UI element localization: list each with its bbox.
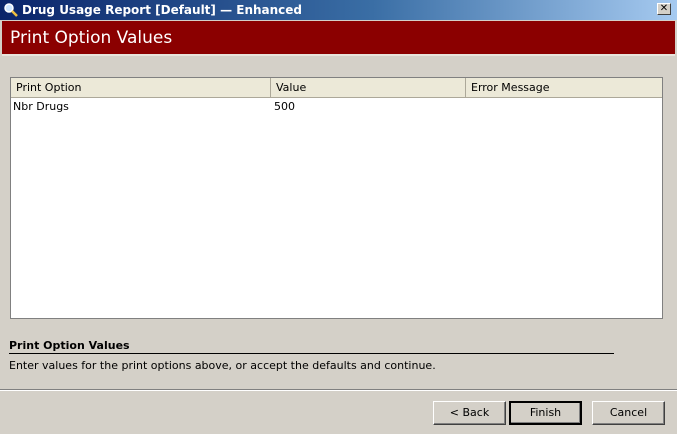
footer-divider — [0, 389, 677, 391]
column-header-error-message[interactable]: Error Message — [466, 78, 662, 97]
info-title: Print Option Values — [9, 339, 130, 352]
close-icon: ✕ — [659, 3, 669, 14]
back-button[interactable]: < Back — [433, 401, 506, 425]
page-banner: Print Option Values — [2, 21, 675, 56]
cell-print-option: Nbr Drugs — [13, 100, 69, 113]
page-title: Print Option Values — [10, 28, 173, 48]
info-divider — [9, 353, 614, 354]
cell-value[interactable]: 500 — [272, 98, 295, 115]
column-header-print-option[interactable]: Print Option — [11, 78, 271, 97]
dialog-window: Drug Usage Report [Default] — Enhanced ✕… — [0, 0, 677, 434]
window-title: Drug Usage Report [Default] — Enhanced — [22, 3, 303, 17]
magnifier-icon — [4, 3, 18, 17]
grid-header: Print Option Value Error Message — [11, 78, 662, 98]
print-options-grid[interactable]: Print Option Value Error Message Nbr Dru… — [10, 77, 663, 319]
title-bar[interactable]: Drug Usage Report [Default] — Enhanced ✕ — [0, 0, 677, 20]
finish-button[interactable]: Finish — [509, 401, 582, 425]
info-description: Enter values for the print options above… — [9, 359, 436, 372]
table-row[interactable]: Nbr Drugs 500 — [11, 98, 662, 115]
column-header-value[interactable]: Value — [271, 78, 466, 97]
close-button[interactable]: ✕ — [657, 3, 671, 15]
cancel-button[interactable]: Cancel — [592, 401, 665, 425]
